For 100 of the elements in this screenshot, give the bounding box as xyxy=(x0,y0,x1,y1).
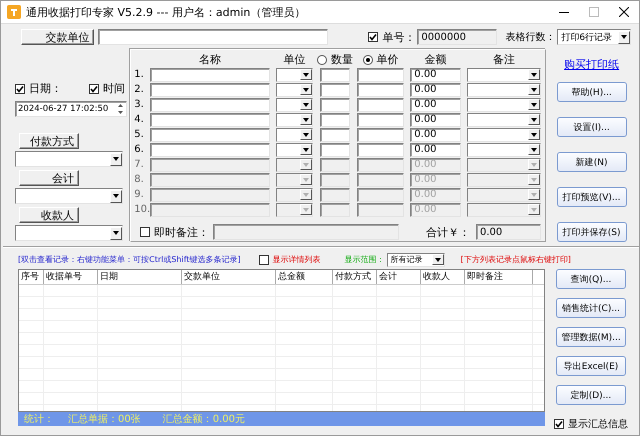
amount-field[interactable]: 0.00 xyxy=(410,98,461,112)
amount-field[interactable]: 0.00 xyxy=(410,82,461,96)
name-field[interactable] xyxy=(150,142,270,156)
dropdown[interactable] xyxy=(276,98,313,112)
checkbox[interactable] xyxy=(258,254,269,264)
action-button[interactable]: 设置(I)... xyxy=(556,117,627,137)
column-header[interactable]: 会计 xyxy=(377,270,421,284)
action-button[interactable]: 帮助(H)... xyxy=(556,82,627,102)
action-button[interactable]: 导出Excel(E) xyxy=(556,356,626,376)
quantity-field[interactable] xyxy=(320,82,350,96)
price-field[interactable] xyxy=(356,128,404,142)
column-header[interactable]: 序号 xyxy=(19,270,44,284)
amount-field[interactable]: 0.00 xyxy=(410,142,461,156)
row-number: 3. xyxy=(134,99,145,110)
dropdown[interactable] xyxy=(276,142,313,156)
dropdown[interactable] xyxy=(466,82,542,96)
close-icon xyxy=(619,7,629,17)
name-field[interactable] xyxy=(150,172,270,186)
dropdown[interactable] xyxy=(276,158,313,172)
quantity-field[interactable] xyxy=(320,68,350,82)
name-field[interactable] xyxy=(150,158,270,172)
name-field[interactable] xyxy=(150,112,270,126)
dropdown-arrow-icon xyxy=(621,35,627,39)
name-field[interactable] xyxy=(150,128,270,142)
dropdown[interactable] xyxy=(466,128,542,142)
dropdown-arrow-icon xyxy=(531,162,538,166)
dropdown[interactable] xyxy=(466,112,542,126)
dropdown[interactable] xyxy=(276,188,313,202)
row-number: 8. xyxy=(134,174,145,185)
dropdown[interactable]: 所有记录 xyxy=(386,252,445,266)
datetime-field[interactable]: 2024-06-27 17:02:50 xyxy=(15,101,127,117)
name-field[interactable] xyxy=(150,188,270,202)
quantity-field[interactable] xyxy=(320,112,350,126)
buy-paper-link[interactable]: 购买打印纸 xyxy=(564,57,620,72)
dropdown[interactable] xyxy=(276,68,313,82)
action-button[interactable]: 新建(N) xyxy=(556,152,627,172)
receipt-number-field[interactable]: 0000000 xyxy=(417,29,498,45)
price-field[interactable] xyxy=(356,172,404,186)
radio-button[interactable] xyxy=(316,54,327,64)
action-button[interactable]: 销售统计(C)... xyxy=(556,298,626,318)
column-header[interactable]: 即时备注 xyxy=(465,270,533,284)
dropdown[interactable] xyxy=(466,142,542,156)
action-button[interactable]: 打印预览(V)... xyxy=(556,187,627,207)
price-field[interactable] xyxy=(356,202,404,216)
column-header[interactable]: 日期 xyxy=(98,270,182,284)
dropdown[interactable] xyxy=(466,68,542,82)
amount-field[interactable]: 0.00 xyxy=(410,128,461,142)
dropdown[interactable] xyxy=(276,82,313,96)
payer-field[interactable] xyxy=(98,29,328,45)
checkbox-label: 日期： xyxy=(29,81,62,96)
price-field[interactable] xyxy=(356,98,404,112)
checkbox[interactable] xyxy=(15,84,25,94)
name-field[interactable] xyxy=(150,202,270,216)
total-label: 合计￥： xyxy=(426,224,470,240)
name-field[interactable] xyxy=(150,98,270,112)
radio-label: 数量 xyxy=(330,52,353,67)
dropdown[interactable] xyxy=(466,98,542,112)
dropdown[interactable] xyxy=(276,172,313,186)
checkbox[interactable] xyxy=(554,419,564,429)
dropdown[interactable] xyxy=(276,128,313,142)
price-field[interactable] xyxy=(356,142,404,156)
column-header: 金额 xyxy=(424,52,448,67)
column-header[interactable]: 交款单位 xyxy=(182,270,276,284)
quantity-field[interactable] xyxy=(320,188,350,202)
action-button[interactable]: 管理数据(M)... xyxy=(556,327,626,347)
dropdown[interactable] xyxy=(276,202,313,216)
price-field[interactable] xyxy=(356,82,404,96)
action-button[interactable]: 定制(D)... xyxy=(556,385,626,405)
price-field[interactable] xyxy=(356,112,404,126)
payer-button[interactable]: 交款单位 xyxy=(21,29,94,45)
app-icon xyxy=(7,5,21,19)
name-field[interactable] xyxy=(150,82,270,96)
action-button[interactable]: 查询(Q)... xyxy=(556,269,626,289)
quantity-field[interactable] xyxy=(320,172,350,186)
checkbox[interactable] xyxy=(368,32,378,42)
column-header[interactable]: 收款人 xyxy=(421,270,465,284)
checkbox[interactable] xyxy=(89,84,100,94)
field-button[interactable]: 付款方式 xyxy=(19,133,79,149)
column-header[interactable]: 总金额 xyxy=(276,270,333,284)
radio-button[interactable] xyxy=(362,54,373,64)
price-field[interactable] xyxy=(356,188,404,202)
field-button[interactable]: 收款人 xyxy=(19,207,79,223)
amount-field[interactable]: 0.00 xyxy=(410,112,461,126)
quantity-field[interactable] xyxy=(320,142,350,156)
dropdown[interactable] xyxy=(276,112,313,126)
column-header[interactable]: 收据单号 xyxy=(44,270,98,284)
name-field[interactable] xyxy=(150,68,270,82)
amount-field[interactable]: 0.00 xyxy=(410,68,461,82)
column-header[interactable]: 付款方式 xyxy=(333,270,377,284)
action-button[interactable]: 打印并保存(S) xyxy=(556,222,627,242)
quantity-field[interactable] xyxy=(320,202,350,216)
quantity-field[interactable] xyxy=(320,128,350,142)
quantity-field[interactable] xyxy=(320,158,350,172)
price-field[interactable] xyxy=(356,158,404,172)
price-field[interactable] xyxy=(356,68,404,82)
dropdown[interactable]: 打印6行记录 xyxy=(557,29,631,45)
quantity-field[interactable] xyxy=(320,98,350,112)
field-button[interactable]: 会计 xyxy=(19,170,79,186)
remark-field[interactable] xyxy=(213,224,399,240)
checkbox[interactable] xyxy=(140,227,150,237)
